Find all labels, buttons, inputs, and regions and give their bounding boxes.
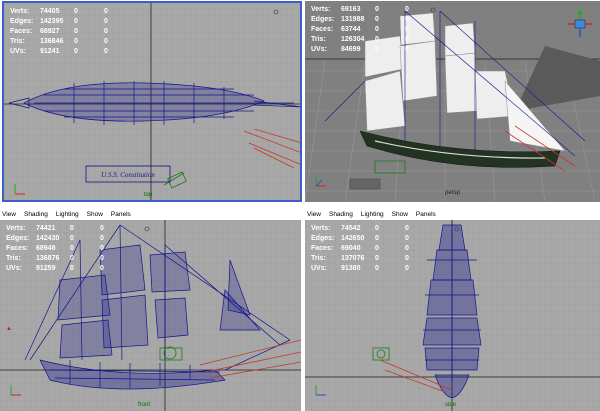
menu-shading[interactable]: Shading xyxy=(24,211,48,218)
menu-view[interactable]: View xyxy=(307,211,321,218)
value-tris: 136876 xyxy=(36,255,60,262)
camera-name-front: front xyxy=(138,402,151,408)
value-uvs: 91259 xyxy=(36,265,56,272)
plaque-text: U.S.S. Constitution xyxy=(101,171,155,179)
value-uvs: 91241 xyxy=(40,48,60,55)
value-tris: 137076 xyxy=(341,255,365,262)
menu-show[interactable]: Show xyxy=(392,211,408,218)
value-faces: 68927 xyxy=(40,28,60,35)
label-tris: Tris: xyxy=(10,38,25,45)
axis-indicator-top xyxy=(14,184,25,195)
value-edges: 142430 xyxy=(36,235,60,242)
panel-menu-left: View Shading Lighting Show Panels xyxy=(0,209,300,219)
value-verts: 74405 xyxy=(40,8,60,15)
axis-indicator-side xyxy=(315,385,326,396)
viewport-side[interactable]: Verts: 74542 0 0 Edges: 142650 0 0 Faces: 69040… xyxy=(305,220,600,411)
view-cube-icon[interactable] xyxy=(567,9,593,39)
camera-name-persp: persp xyxy=(445,190,461,196)
hud-persp: Verts: 69163 0 0 Edges: 131988 0 0 Faces: 63744… xyxy=(311,6,409,53)
hud-top: Verts: 74405 0 0 Edges: 142395 0 0 Faces: 68927… xyxy=(10,8,108,55)
menu-view[interactable]: View xyxy=(2,211,16,218)
value-edges: 131988 xyxy=(341,16,365,23)
label-verts: Verts: xyxy=(10,8,30,15)
value-uvs: 84699 xyxy=(341,46,361,53)
axis-indicator-persp xyxy=(315,176,326,187)
label-faces: Faces: xyxy=(10,28,33,35)
menu-lighting[interactable]: Lighting xyxy=(361,211,384,218)
value-verts: 69163 xyxy=(341,6,361,13)
menu-panels[interactable]: Panels xyxy=(416,211,436,218)
label-edges: Edges: xyxy=(10,18,34,25)
svg-text:▲: ▲ xyxy=(6,326,12,332)
menu-panels[interactable]: Panels xyxy=(111,211,131,218)
menu-shading[interactable]: Shading xyxy=(329,211,353,218)
value-edges: 142395 xyxy=(40,18,64,25)
value-edges: 142650 xyxy=(341,235,365,242)
viewport-front[interactable]: ▲ Verts: 74421 0 0 Edges: 142430 0 0 Faces: 689… xyxy=(0,220,301,411)
axis-indicator-front xyxy=(10,385,21,396)
camera-name-top: top xyxy=(144,192,153,198)
hud-side: Verts: 74542 0 0 Edges: 142650 0 0 Faces: 69040… xyxy=(311,225,409,272)
value-faces: 68948 xyxy=(36,245,56,252)
value-tris: 126304 xyxy=(341,36,365,43)
menu-show[interactable]: Show xyxy=(87,211,103,218)
value-uvs: 91380 xyxy=(341,265,361,272)
panel-menu-right: View Shading Lighting Show Panels xyxy=(305,209,600,219)
value-verts: 74421 xyxy=(36,225,56,232)
label-uvs: UVs: xyxy=(10,48,26,55)
viewport-top[interactable]: U.S.S. Constitution Verts: 74405 0 0 Edges:… xyxy=(2,1,302,202)
value-verts: 74542 xyxy=(341,225,361,232)
camera-name-side: side xyxy=(445,402,457,408)
value-tris: 136846 xyxy=(40,38,64,45)
viewport-persp[interactable]: Verts: 69163 0 0 Edges: 131988 0 0 Faces: 63744… xyxy=(305,1,600,202)
menu-lighting[interactable]: Lighting xyxy=(56,211,79,218)
hud-front: Verts: 74421 0 0 Edges: 142430 0 0 Faces: 68948… xyxy=(6,225,104,272)
value-faces: 63744 xyxy=(341,26,361,33)
value-faces: 69040 xyxy=(341,245,361,252)
